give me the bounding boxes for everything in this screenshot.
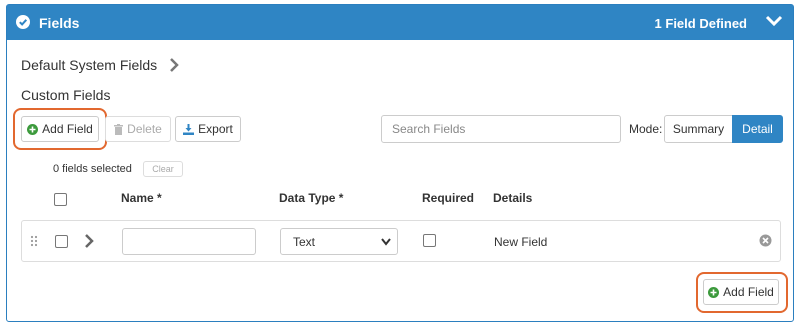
search-fields-input[interactable]	[381, 115, 621, 143]
panel-header[interactable]: Fields 1 Field Defined	[7, 5, 793, 40]
drag-handle-icon[interactable]	[30, 235, 38, 247]
fields-defined-count: 1 Field Defined	[654, 16, 747, 31]
chevron-right-icon[interactable]	[84, 233, 94, 249]
column-header-data-type: Data Type *	[279, 191, 344, 205]
remove-field-icon[interactable]	[759, 234, 772, 247]
required-checkbox[interactable]	[423, 234, 436, 247]
chevron-right-icon[interactable]	[169, 58, 179, 72]
data-type-value: Text	[293, 234, 316, 249]
export-button[interactable]: Export	[175, 116, 241, 142]
panel-title: Fields	[39, 15, 80, 31]
export-label: Export	[198, 122, 233, 136]
fields-panel: Fields 1 Field Defined Default System Fi…	[6, 4, 794, 322]
add-field-highlight	[13, 108, 107, 150]
field-row: Text New Field	[21, 220, 781, 262]
column-header-details: Details	[493, 191, 533, 205]
clear-selection-button[interactable]: Clear	[143, 161, 183, 177]
row-select-checkbox[interactable]	[55, 235, 68, 248]
mode-detail-button[interactable]: Detail	[732, 115, 783, 143]
check-circle-icon	[16, 15, 30, 29]
mode-summary-button[interactable]: Summary	[664, 115, 733, 143]
add-field-bottom-highlight	[696, 272, 788, 313]
column-header-required: Required	[422, 191, 475, 205]
caret-down-icon	[381, 238, 391, 246]
select-all-checkbox[interactable]	[54, 193, 67, 206]
column-header-name: Name *	[121, 191, 162, 205]
data-type-select[interactable]: Text	[280, 228, 398, 255]
custom-fields-heading: Custom Fields	[21, 87, 111, 103]
default-system-fields-link[interactable]: Default System Fields	[21, 57, 157, 73]
field-name-input[interactable]	[122, 228, 256, 255]
download-icon	[183, 123, 195, 135]
field-details: New Field	[494, 235, 548, 249]
fields-selected-count: 0 fields selected	[53, 163, 132, 175]
delete-button[interactable]: Delete	[105, 116, 171, 142]
mode-label: Mode:	[629, 122, 663, 136]
trash-icon	[114, 123, 124, 135]
chevron-down-icon[interactable]	[765, 14, 783, 28]
delete-label: Delete	[127, 122, 162, 136]
